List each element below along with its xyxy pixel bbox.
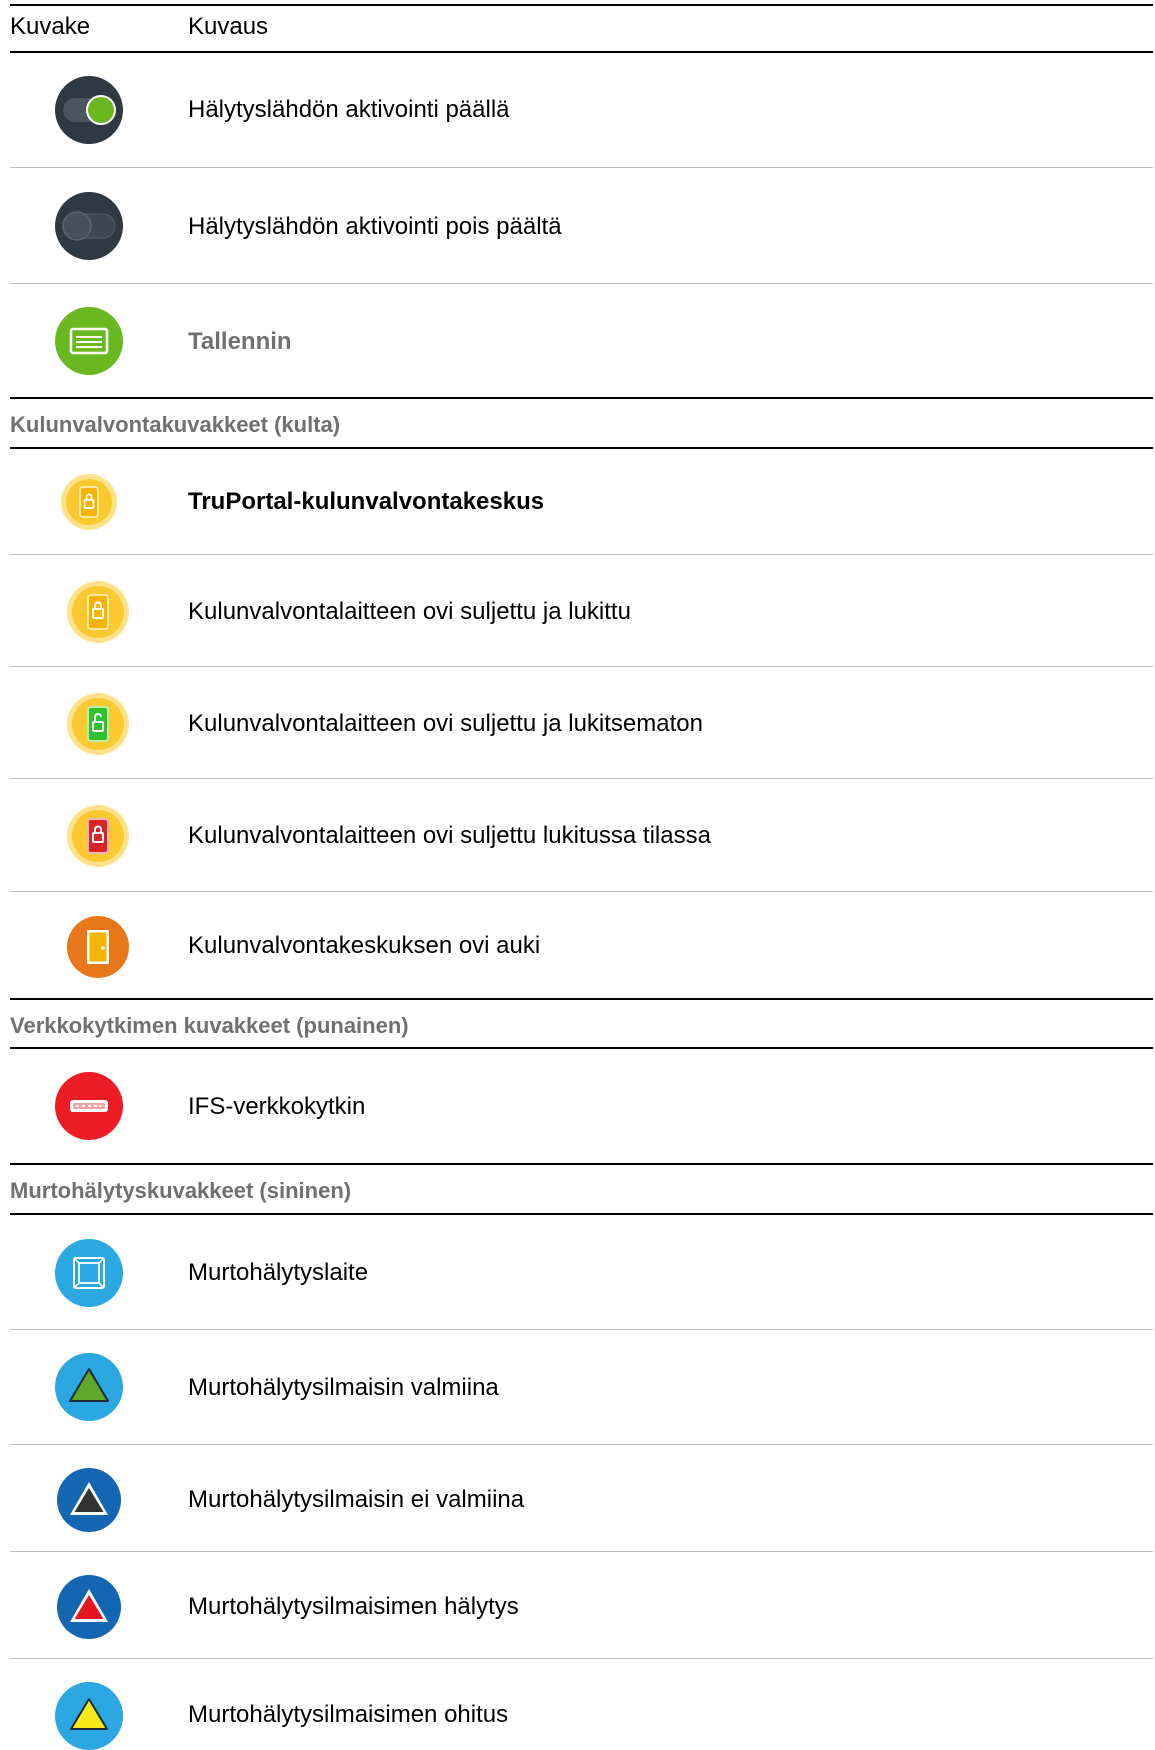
section-title-access: Kulunvalvontakuvakkeet (kulta)	[10, 412, 341, 437]
row-door-lockdown-label: Kulunvalvontalaitteen ovi suljettu lukit…	[188, 822, 711, 849]
row-sensor-ready-label: Murtohälytysilmaisin valmiina	[188, 1374, 499, 1401]
section-title-intrusion: Murtohälytyskuvakkeet (sininen)	[10, 1178, 352, 1203]
row-network-switch-label: IFS-verkkokytkin	[188, 1093, 366, 1120]
row-divider	[10, 283, 1153, 284]
row-divider	[10, 778, 1153, 779]
section-bottom-rule	[10, 447, 1153, 449]
row-door-unlocked-label: Kulunvalvontalaitteen ovi suljettu ja lu…	[188, 710, 703, 737]
sensor-bypass-icon	[55, 1682, 123, 1750]
row-divider	[10, 1329, 1153, 1330]
row-intrusion-device-label: Murtohälytyslaite	[188, 1259, 369, 1286]
network-switch-icon	[55, 1072, 123, 1140]
intrusion-device-icon	[55, 1239, 123, 1307]
header-bottom-rule	[10, 51, 1153, 53]
door-locked-icon	[66, 580, 130, 644]
recorder-icon	[55, 307, 123, 375]
access-panel-icon	[60, 473, 118, 531]
row-divider	[10, 891, 1153, 892]
row-divider	[10, 554, 1153, 555]
row-door-locked-label: Kulunvalvontalaitteen ovi suljettu ja lu…	[188, 598, 631, 625]
row-access-panel-label: TruPortal-kulunvalvontakeskus	[188, 488, 545, 515]
door-lockdown-icon	[66, 804, 130, 868]
section-top-rule	[10, 397, 1153, 399]
row-divider	[10, 1551, 1153, 1552]
row-alarm-output-on-label: Hälytyslähdön aktivointi päällä	[188, 96, 510, 123]
row-alarm-output-off-label: Hälytyslähdön aktivointi pois päältä	[188, 213, 562, 240]
row-sensor-alarm-label: Murtohälytysilmaisimen hälytys	[188, 1593, 519, 1620]
row-divider	[10, 1658, 1153, 1659]
row-divider	[10, 666, 1153, 667]
row-sensor-not-ready-label: Murtohälytysilmaisin ei valmiina	[188, 1486, 525, 1513]
row-divider	[10, 1444, 1153, 1445]
section-top-rule	[10, 1163, 1153, 1165]
sensor-ready-icon	[55, 1353, 123, 1421]
row-door-open-label: Kulunvalvontakeskuksen ovi auki	[188, 932, 541, 959]
header-icon-column: Kuvake	[10, 13, 91, 40]
header-description-column: Kuvaus	[188, 13, 269, 40]
toggle-on-icon	[55, 76, 123, 144]
door-open-icon	[66, 915, 130, 979]
section-top-rule	[10, 998, 1153, 1000]
sensor-alarm-icon	[57, 1575, 121, 1639]
table-top-rule	[10, 4, 1153, 6]
section-title-network: Verkkokytkimen kuvakkeet (punainen)	[10, 1013, 409, 1038]
row-divider	[10, 167, 1153, 168]
row-recorder-label: Tallennin	[188, 328, 292, 355]
sensor-not-ready-icon	[57, 1468, 121, 1532]
section-bottom-rule	[10, 1047, 1153, 1049]
row-sensor-bypass-label: Murtohälytysilmaisimen ohitus	[188, 1701, 509, 1728]
toggle-off-icon	[55, 192, 123, 260]
section-bottom-rule	[10, 1213, 1153, 1215]
door-unlocked-icon	[66, 692, 130, 756]
